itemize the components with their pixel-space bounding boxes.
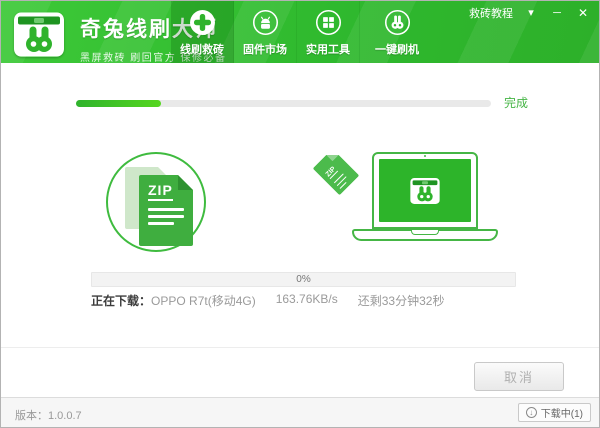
mini-zip-label: ZIP <box>325 166 338 179</box>
zip-text-line <box>148 208 184 211</box>
download-time-remaining: 还剩33分钟32秒 <box>358 292 445 309</box>
download-status-label: 正在下载： <box>91 292 151 309</box>
app-window: 奇兔线刷大师 黑屏救砖 刷回官方 保修必备 线刷救砖 <box>0 0 600 428</box>
close-icon[interactable]: ✕ <box>575 6 591 20</box>
rabbit-icon <box>384 9 411 36</box>
flash-rescue-cross-icon <box>189 9 216 36</box>
tools-grid-icon <box>315 9 342 36</box>
nav-label: 固件市场 <box>243 41 287 57</box>
version-label: 版本：1.0.0.7 <box>15 407 82 423</box>
zip-label: ZIP <box>148 182 173 201</box>
overall-progress-label: 完成 <box>504 94 528 111</box>
app-logo-rabbit-icon <box>14 12 64 57</box>
laptop-icon <box>372 152 478 229</box>
laptop-base <box>352 229 498 241</box>
overall-progress-track <box>76 100 491 107</box>
download-info-row: 正在下载： OPPO R7t(移动4G) 163.76KB/s 还剩33分钟32… <box>91 292 444 309</box>
download-speed: 163.76KB/s <box>276 292 338 309</box>
overall-progress-fill <box>76 100 161 107</box>
rom-package-circle-icon: ZIP <box>106 152 206 252</box>
laptop-base-notch <box>411 230 439 235</box>
download-manager-label: 下载中(1) <box>541 405 583 420</box>
zip-file-front-icon: ZIP <box>139 175 193 246</box>
mini-zip-transfer-icon: ZIP <box>313 149 360 196</box>
nav-item-firmware-market[interactable]: 固件市场 <box>234 1 297 63</box>
file-progress-track: 0% <box>91 272 516 287</box>
nav-item-tools[interactable]: 实用工具 <box>297 1 360 63</box>
screen-rabbit-logo-icon <box>410 178 440 204</box>
download-target: OPPO R7t(移动4G) <box>151 292 256 309</box>
zip-text-line <box>148 222 174 225</box>
nav-label: 一键刷机 <box>375 41 419 57</box>
section-divider <box>1 347 599 348</box>
nav-label: 线刷救砖 <box>180 41 224 57</box>
download-manager-button[interactable]: ↓ 下载中(1) <box>518 403 591 422</box>
footer-bar: 版本：1.0.0.7 ↓ 下载中(1) <box>1 397 599 427</box>
dropdown-menu-icon[interactable]: ▾ <box>523 6 539 20</box>
header-bar: 奇兔线刷大师 黑屏救砖 刷回官方 保修必备 线刷救砖 <box>1 1 599 63</box>
rescue-tutorial-link[interactable]: 救砖教程 <box>469 5 513 21</box>
nav-label: 实用工具 <box>306 41 350 57</box>
zip-text-line <box>148 215 184 218</box>
main-nav: 线刷救砖 固件市场 <box>171 1 434 63</box>
laptop-camera-dot <box>424 155 426 157</box>
file-fold-corner <box>326 149 339 162</box>
minimize-icon[interactable]: ─ <box>549 6 565 20</box>
nav-item-flash-rescue[interactable]: 线刷救砖 <box>171 1 234 63</box>
cancel-button[interactable]: 取消 <box>474 362 564 391</box>
laptop-screen-fill <box>379 159 471 222</box>
window-controls: 救砖教程 ▾ ─ ✕ <box>469 5 591 21</box>
file-progress-percent: 0% <box>92 273 515 286</box>
nav-item-one-key-flash[interactable]: 一键刷机 <box>360 1 434 63</box>
file-fold-corner <box>178 175 193 190</box>
download-arrow-icon: ↓ <box>526 407 537 418</box>
android-robot-icon <box>252 9 279 36</box>
